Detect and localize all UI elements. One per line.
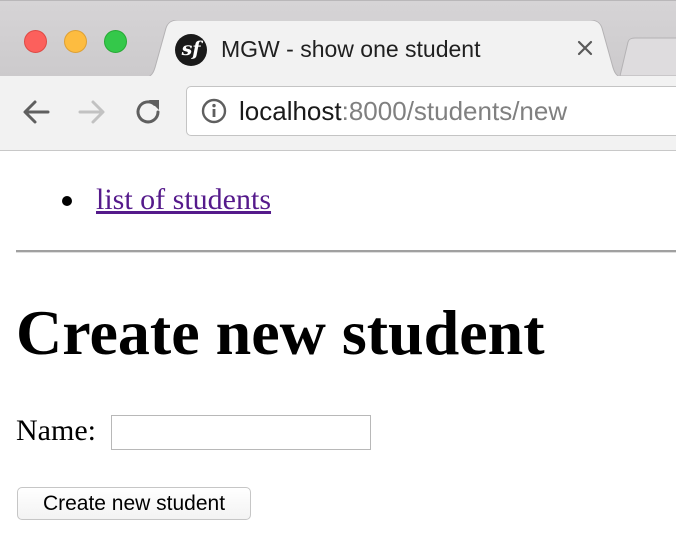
forward-arrow-icon[interactable] [76,96,108,128]
name-input[interactable] [111,415,371,450]
url-path: :8000/students/new [341,96,568,126]
address-bar[interactable]: localhost:8000/students/new [186,86,676,136]
tab-close-icon[interactable] [574,37,596,59]
name-label: Name: [16,414,96,447]
window-zoom-button[interactable] [104,30,127,53]
page-content: list of students Create new student Name… [0,151,676,540]
window-close-button[interactable] [24,30,47,53]
divider [16,250,676,253]
browser-window: sf MGW - show one student localhost:8000… [0,0,676,540]
back-arrow-icon[interactable] [20,96,52,128]
url-host: localhost [239,96,342,126]
window-minimize-button[interactable] [64,30,87,53]
browser-toolbar: localhost:8000/students/new [0,76,676,151]
list-of-students-link[interactable]: list of students [96,181,271,219]
symfony-logo-icon: sf [175,34,207,66]
tab-active[interactable]: sf MGW - show one student [142,20,626,78]
bullet [62,196,72,206]
tab-strip: sf MGW - show one student [0,0,676,78]
new-tab-button[interactable] [618,36,676,76]
tab-title: MGW - show one student [221,36,481,62]
url-text: localhost:8000/students/new [239,96,567,126]
info-icon[interactable] [201,98,227,124]
create-student-button[interactable]: Create new student [17,487,251,520]
reload-icon[interactable] [132,96,164,128]
page-title: Create new student [16,297,545,368]
